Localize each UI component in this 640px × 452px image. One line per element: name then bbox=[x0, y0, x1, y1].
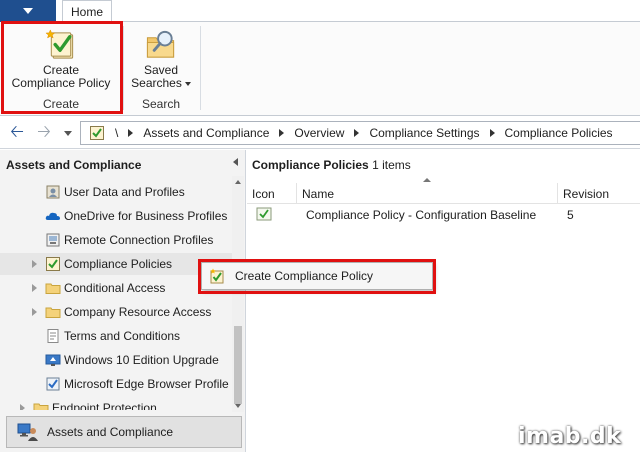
nav-item-windows-10-edition-upgrade[interactable]: Windows 10 Edition Upgrade bbox=[0, 349, 232, 371]
row-name: Compliance Policy - Configuration Baseli… bbox=[306, 208, 537, 222]
breadcrumb-root[interactable]: \ bbox=[115, 126, 118, 140]
edge-profile-icon bbox=[46, 377, 60, 391]
breadcrumb-separator-icon bbox=[354, 129, 360, 137]
row-revision: 5 bbox=[567, 208, 574, 222]
nav-item-remote-connection-profiles[interactable]: Remote Connection Profiles bbox=[0, 229, 232, 251]
onedrive-cloud-icon bbox=[45, 212, 60, 220]
results-title-name: Compliance Policies bbox=[252, 158, 369, 172]
tab-home[interactable]: Home bbox=[62, 0, 112, 23]
compliance-policy-icon bbox=[46, 257, 60, 271]
highlight-box-ribbon bbox=[1, 21, 123, 114]
results-pane: Compliance Policies 1 items Icon Name Re… bbox=[247, 150, 640, 452]
saved-searches-label: Saved Searches bbox=[131, 64, 191, 90]
scroll-down-icon[interactable] bbox=[235, 404, 241, 408]
nav-item-onedrive-for-business-profiles[interactable]: OneDrive for Business Profiles bbox=[0, 205, 232, 227]
column-header-revision[interactable]: Revision bbox=[558, 183, 640, 204]
forward-arrow-icon[interactable]: 🡢 bbox=[33, 122, 55, 144]
table-row[interactable]: Compliance Policy - Configuration Baseli… bbox=[247, 206, 640, 228]
ribbon-group-search: Saved Searches Search bbox=[124, 22, 198, 115]
breadcrumb-separator-icon bbox=[489, 129, 495, 137]
back-arrow-icon[interactable]: 🡠 bbox=[6, 122, 28, 144]
compliance-policy-icon bbox=[90, 126, 104, 140]
results-title: Compliance Policies 1 items bbox=[252, 158, 411, 172]
saved-searches-icon bbox=[146, 30, 175, 58]
upgrade-icon bbox=[45, 354, 61, 366]
chevron-down-icon bbox=[23, 8, 33, 14]
nav-item-microsoft-edge-browser-profile[interactable]: Microsoft Edge Browser Profile bbox=[0, 373, 232, 395]
collapse-pane-icon[interactable] bbox=[233, 158, 238, 166]
folder-icon bbox=[33, 403, 49, 410]
ribbon-tab-bar: Home bbox=[0, 0, 640, 23]
column-header-name[interactable]: Name bbox=[297, 183, 558, 204]
column-header-icon[interactable]: Icon bbox=[247, 183, 297, 204]
nav-pane-title: Assets and Compliance bbox=[6, 158, 142, 172]
expand-arrow-icon[interactable] bbox=[32, 260, 37, 268]
user-data-icon bbox=[46, 185, 60, 199]
dropdown-arrow-icon bbox=[184, 81, 191, 86]
remote-connection-icon bbox=[46, 233, 60, 247]
breadcrumb-item[interactable]: Compliance Settings bbox=[369, 126, 479, 140]
results-item-count: 1 items bbox=[372, 158, 411, 172]
scroll-thumb[interactable] bbox=[234, 326, 242, 404]
navigation-pane: Assets and Compliance User Data and Prof… bbox=[0, 150, 246, 452]
breadcrumb[interactable]: \ Assets and Compliance Overview Complia… bbox=[80, 121, 640, 145]
assets-compliance-workspace-icon bbox=[17, 423, 38, 441]
column-header-row: Icon Name Revision bbox=[247, 183, 640, 204]
terms-icon bbox=[47, 329, 59, 343]
scroll-up-icon[interactable] bbox=[235, 180, 241, 184]
breadcrumb-separator-icon bbox=[128, 129, 134, 137]
nav-item-company-resource-access[interactable]: Company Resource Access bbox=[0, 301, 232, 323]
app-menu-button[interactable] bbox=[0, 0, 56, 22]
nav-item-endpoint-protection[interactable]: Endpoint Protection bbox=[0, 397, 232, 410]
expand-arrow-icon[interactable] bbox=[32, 284, 37, 292]
ribbon-group-label-search: Search bbox=[141, 97, 181, 111]
nav-item-user-data-and-profiles[interactable]: User Data and Profiles bbox=[0, 181, 232, 203]
watermark: imab.dk bbox=[518, 424, 622, 449]
breadcrumb-item[interactable]: Overview bbox=[294, 126, 344, 140]
folder-icon bbox=[45, 307, 61, 318]
workspace-button-assets-and-compliance[interactable]: Assets and Compliance bbox=[6, 416, 242, 448]
policy-row-icon bbox=[256, 207, 272, 221]
nav-item-terms-and-conditions[interactable]: Terms and Conditions bbox=[0, 325, 232, 347]
address-bar: 🡠 🡢 \ Assets and Compliance Overview Com… bbox=[0, 117, 640, 149]
folder-icon bbox=[45, 283, 61, 294]
breadcrumb-separator-icon bbox=[279, 129, 285, 137]
navigation-tree: User Data and Profiles OneDrive for Busi… bbox=[0, 180, 232, 410]
nav-scrollbar[interactable] bbox=[232, 176, 244, 412]
breadcrumb-item[interactable]: Compliance Policies bbox=[505, 126, 613, 140]
saved-searches-button[interactable]: Saved Searches bbox=[124, 26, 198, 90]
sort-ascending-icon bbox=[423, 178, 431, 182]
expand-arrow-icon[interactable] bbox=[20, 404, 25, 410]
breadcrumb-item[interactable]: Assets and Compliance bbox=[143, 126, 269, 140]
history-dropdown-icon[interactable] bbox=[64, 131, 72, 136]
expand-arrow-icon[interactable] bbox=[32, 308, 37, 316]
ribbon-separator bbox=[200, 26, 201, 110]
highlight-box-context-menu bbox=[198, 259, 436, 294]
